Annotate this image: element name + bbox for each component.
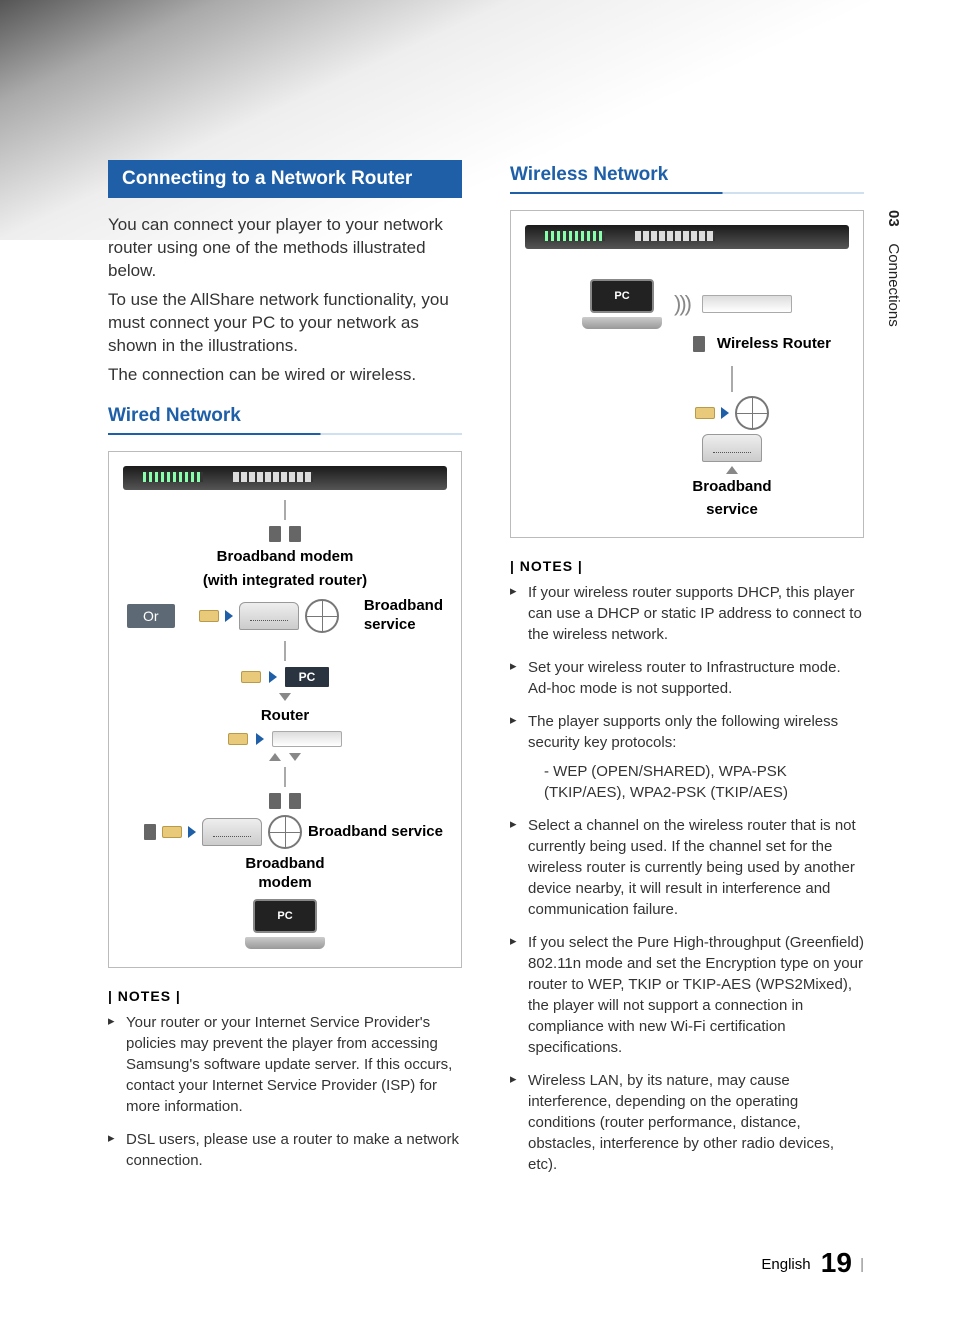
- pc-label-1: PC: [285, 667, 330, 687]
- router-label: Router: [261, 707, 309, 726]
- bb-modem-integrated-label-1: Broadband modem: [217, 548, 354, 567]
- note-right-1: If your wireless router supports DHCP, t…: [510, 582, 864, 645]
- or-label: Or: [127, 604, 175, 628]
- cable-icon: [241, 671, 261, 683]
- modem-icon: [239, 602, 299, 630]
- note-right-3-sub: WEP (OPEN/SHARED), WPA-PSK (TKIP/AES), W…: [544, 763, 788, 801]
- globe-icon: [305, 599, 339, 633]
- note-right-3: The player supports only the following w…: [510, 711, 864, 803]
- page-footer: English 19 |: [0, 1247, 864, 1279]
- intro-para-1: You can connect your player to your netw…: [108, 214, 462, 283]
- router-icon: [272, 731, 342, 747]
- wired-diagram: Broadband modem (with integrated router)…: [108, 451, 462, 968]
- laptop-icon: PC: [582, 279, 662, 329]
- title-rule: [108, 433, 462, 435]
- note-right-5: If you select the Pure High-throughput (…: [510, 932, 864, 1058]
- wifi-signal-icon: ))): [674, 291, 690, 317]
- side-tab: 03 Connections: [885, 210, 902, 327]
- player-device-icon: [123, 466, 447, 490]
- page-content: Connecting to a Network Router You can c…: [0, 0, 954, 1187]
- left-column: Connecting to a Network Router You can c…: [108, 160, 462, 1187]
- note-left-1: Your router or your Internet Service Pro…: [108, 1012, 462, 1117]
- title-rule: [510, 192, 864, 194]
- laptop-icon: PC: [245, 899, 325, 949]
- intro-para-2: To use the AllShare network functionalit…: [108, 289, 462, 358]
- broadband-label-2: service: [706, 501, 758, 520]
- broadband-label-1: Broadband: [692, 478, 771, 497]
- chapter-number: 03: [885, 210, 902, 227]
- notes-header-left: | NOTES |: [108, 988, 462, 1004]
- wireless-router-icon: [702, 295, 792, 313]
- modem-icon: [202, 818, 262, 846]
- page-number: 19: [821, 1247, 852, 1278]
- pc-label-wireless: PC: [590, 279, 654, 313]
- broadband-service-label: Broadband service: [364, 597, 443, 635]
- note-right-6: Wireless LAN, by its nature, may cause i…: [510, 1070, 864, 1175]
- chapter-title: Connections: [885, 243, 902, 326]
- notes-left: Your router or your Internet Service Pro…: [108, 1012, 462, 1171]
- wireless-diagram: PC ))) Wireless Router Broadband s: [510, 210, 864, 538]
- wired-title: Wired Network: [108, 405, 462, 427]
- cable-icon: [199, 610, 219, 622]
- player-device-icon: [525, 225, 849, 249]
- note-right-4: Select a channel on the wireless router …: [510, 815, 864, 920]
- broadband-service-label-2: Broadband service: [308, 823, 443, 842]
- section-title: Connecting to a Network Router: [108, 160, 462, 198]
- notes-header-right: | NOTES |: [510, 558, 864, 574]
- note-left-2: DSL users, please use a router to make a…: [108, 1129, 462, 1171]
- notes-right: If your wireless router supports DHCP, t…: [510, 582, 864, 1175]
- right-column: Wireless Network PC ))) Wireless Router: [510, 160, 864, 1187]
- modem-icon: [702, 434, 762, 462]
- broadband-modem-label-1: Broadband: [245, 855, 324, 874]
- arrow-right-icon: [225, 610, 233, 622]
- globe-icon: [735, 396, 769, 430]
- wireless-title: Wireless Network: [510, 164, 864, 186]
- bb-modem-integrated-label-2: (with integrated router): [203, 572, 367, 591]
- broadband-modem-label-2: modem: [245, 874, 324, 893]
- wireless-router-label: Wireless Router: [717, 335, 831, 354]
- footer-lang: English: [761, 1256, 810, 1273]
- globe-icon: [268, 815, 302, 849]
- intro-para-3: The connection can be wired or wireless.: [108, 364, 462, 387]
- pc-label-2: PC: [253, 899, 317, 933]
- note-right-2: Set your wireless router to Infrastructu…: [510, 657, 864, 699]
